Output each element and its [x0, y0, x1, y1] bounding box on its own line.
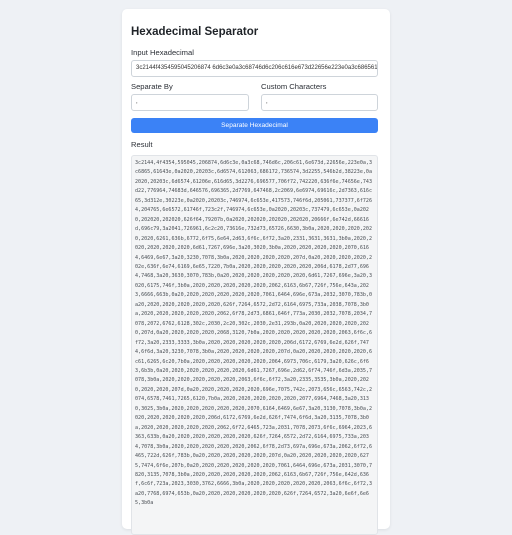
page-title: Hexadecimal Separator: [131, 26, 259, 38]
hex-separator-card: Hexadecimal Separator Input Hexadecimal …: [122, 9, 390, 535]
separate-by-select[interactable]: ,: [131, 94, 249, 111]
custom-characters-input[interactable]: ,: [261, 94, 378, 111]
result-textarea[interactable]: 3c2144,4f4354,595045,206874,6d6c3e,0a3c6…: [131, 155, 378, 535]
input-hex-label: Input Hexadecimal: [131, 48, 194, 57]
custom-characters-label: Custom Characters: [261, 82, 327, 91]
result-label: Result: [131, 140, 153, 149]
separate-by-label: Separate By: [131, 82, 173, 91]
separate-hex-button[interactable]: Separate Hexadecimal: [131, 118, 378, 133]
input-hex-field[interactable]: 3c2144f4354595045206874 6d6c3e0a3c68746d…: [131, 60, 378, 77]
